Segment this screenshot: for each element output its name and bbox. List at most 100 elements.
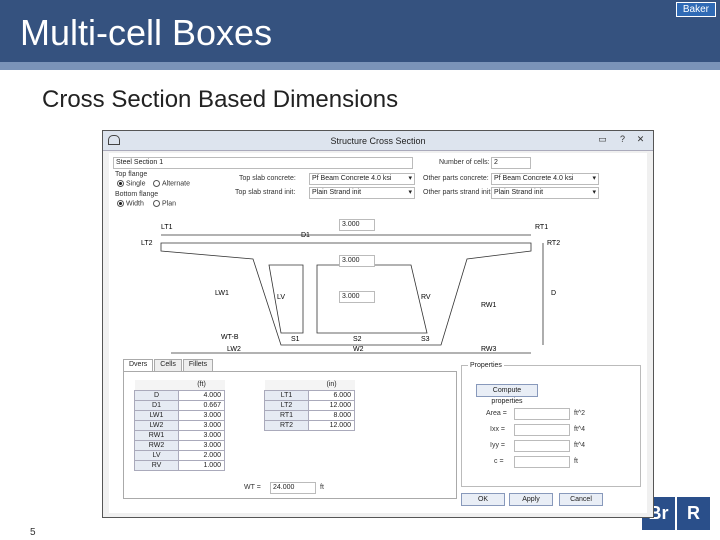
row-name: RW1 xyxy=(134,429,179,441)
table-row: RT2 12.000 xyxy=(264,419,355,431)
brand-logo-part: R xyxy=(677,497,710,530)
diagram-input-3[interactable]: 3.000 xyxy=(339,291,375,303)
label-w2: W2 xyxy=(353,346,364,353)
label-rw1: RW1 xyxy=(481,302,497,309)
window-title-bar: Structure Cross Section ▭ ? ✕ xyxy=(103,131,653,151)
top-slab-concrete-select[interactable]: Pf Beam Concrete 4.0 ksi xyxy=(309,173,415,185)
property-label: Ixx = xyxy=(490,426,505,433)
maximize-button[interactable]: ▭ xyxy=(596,134,609,146)
radio-label: Plan xyxy=(162,200,177,208)
table-row: LT2 12.000 xyxy=(264,399,355,411)
ok-button[interactable]: OK xyxy=(461,493,505,506)
top-flange-alternate-radio[interactable]: Alternate xyxy=(153,180,190,187)
tab-strip: Dvers Cells Fillets xyxy=(123,359,214,371)
bottom-flange-plan-radio[interactable]: Plan xyxy=(153,200,176,207)
property-label: Iyy = xyxy=(490,442,505,449)
radio-selected-icon xyxy=(117,180,124,187)
tab-panel: (ft) D 4.000 D1 0.667 LW1 3.000 LW2 3.000 RW… xyxy=(123,371,457,499)
top-slab-strand-label: Top slab strand init: xyxy=(235,189,296,196)
area-field[interactable] xyxy=(514,408,570,420)
row-value[interactable]: 3.000 xyxy=(178,429,225,441)
top-flange-group-label: Top flange xyxy=(115,171,148,178)
iyy-field[interactable] xyxy=(514,440,570,452)
label-s1: S1 xyxy=(291,336,300,343)
row-name: RW2 xyxy=(134,439,179,451)
table-row: LV 2.000 xyxy=(134,449,225,461)
table-row: LW1 3.000 xyxy=(134,409,225,421)
tab-dvers[interactable]: Dvers xyxy=(123,359,154,371)
top-slab-strand-select[interactable]: Plain Strand init xyxy=(309,187,415,199)
label-rw3: RW3 xyxy=(481,346,497,353)
radio-icon xyxy=(153,200,160,207)
thickness-table: (in) LT1 6.000 LT2 12.000 RT1 8.000 RT2 12.0… xyxy=(264,380,355,431)
bottom-flange-group-label: Bottom flange xyxy=(115,191,159,198)
radio-label: Width xyxy=(126,200,144,208)
diagram-input-1[interactable]: 3.000 xyxy=(339,219,375,231)
label-lt2: LT2 xyxy=(141,240,153,247)
label-rv: RV xyxy=(421,294,431,301)
help-button[interactable]: ? xyxy=(616,134,629,146)
radio-icon xyxy=(153,180,160,187)
top-flange-single-radio[interactable]: Single xyxy=(117,180,145,187)
ixx-field[interactable] xyxy=(514,424,570,436)
window-title: Structure Cross Section xyxy=(330,136,426,146)
other-parts-concrete-select[interactable]: Pf Beam Concrete 4.0 ksi xyxy=(491,173,599,185)
bottom-flange-width-radio[interactable]: Width xyxy=(117,200,144,207)
number-of-cells-label: Number of cells: xyxy=(439,159,490,166)
number-of-cells-field[interactable]: 2 xyxy=(491,157,531,169)
row-name: D1 xyxy=(134,399,179,411)
table-row: LW2 3.000 xyxy=(134,419,225,431)
label-s3: S3 xyxy=(421,336,430,343)
apply-button[interactable]: Apply xyxy=(509,493,553,506)
tab-cells[interactable]: Cells xyxy=(154,359,182,371)
name-field[interactable]: Steel Section 1 xyxy=(113,157,413,169)
window-body: Steel Section 1 Number of cells: 2 Top f… xyxy=(109,153,647,513)
row-name: RT2 xyxy=(264,419,309,431)
radio-label: Single xyxy=(126,180,146,188)
radio-label: Alternate xyxy=(162,180,191,188)
properties-group: Properties Compute properties Area = ft^… xyxy=(461,362,641,487)
other-parts-strand-select[interactable]: Plain Strand init xyxy=(491,187,599,199)
property-unit: ft^4 xyxy=(574,426,586,433)
diagram-input-2[interactable]: 3.000 xyxy=(339,255,375,267)
table-row: D 4.000 xyxy=(134,389,225,401)
cancel-button[interactable]: Cancel xyxy=(559,493,603,506)
wt-field[interactable]: 24.000 xyxy=(270,482,316,494)
close-button[interactable]: ✕ xyxy=(634,134,647,146)
tab-fillets[interactable]: Fillets xyxy=(182,359,214,371)
property-label: c = xyxy=(494,458,504,465)
row-name: RT1 xyxy=(264,409,309,421)
label-lw1: LW1 xyxy=(215,290,229,297)
row-value[interactable]: 0.667 xyxy=(178,399,225,411)
row-name: RV xyxy=(134,459,179,471)
structure-cross-section-window: Structure Cross Section ▭ ? ✕ Steel Sect… xyxy=(102,130,654,518)
other-parts-concrete-label: Other parts concrete: xyxy=(423,175,489,182)
radio-selected-icon xyxy=(117,200,124,207)
property-unit: ft^4 xyxy=(574,442,586,449)
row-value[interactable]: 4.000 xyxy=(178,389,225,401)
property-unit: ft^2 xyxy=(574,410,586,417)
label-wt-b: WT-B xyxy=(221,334,239,341)
label-lw2: LW2 xyxy=(227,346,241,353)
row-value[interactable]: 12.000 xyxy=(308,419,355,431)
table-row: RT1 8.000 xyxy=(264,409,355,421)
table-row: RV 1.000 xyxy=(134,459,225,471)
row-value[interactable]: 1.000 xyxy=(178,459,225,471)
row-value[interactable]: 3.000 xyxy=(178,439,225,451)
property-label: Area = xyxy=(486,410,507,417)
top-slab-concrete-label: Top slab concrete: xyxy=(239,175,296,182)
row-value[interactable]: 3.000 xyxy=(178,409,225,421)
label-s2: S2 xyxy=(353,336,362,343)
label-lv: LV xyxy=(277,294,285,301)
c-field[interactable] xyxy=(514,456,570,468)
row-value[interactable]: 8.000 xyxy=(308,409,355,421)
row-value[interactable]: 6.000 xyxy=(308,389,355,401)
row-value[interactable]: 12.000 xyxy=(308,399,355,411)
row-value[interactable]: 2.000 xyxy=(178,449,225,461)
table-header xyxy=(134,380,179,390)
row-value[interactable]: 3.000 xyxy=(178,419,225,431)
compute-properties-button[interactable]: Compute properties xyxy=(476,384,538,405)
table-header: (in) xyxy=(308,380,355,390)
properties-group-label: Properties xyxy=(468,362,504,369)
table-row: RW2 3.000 xyxy=(134,439,225,451)
